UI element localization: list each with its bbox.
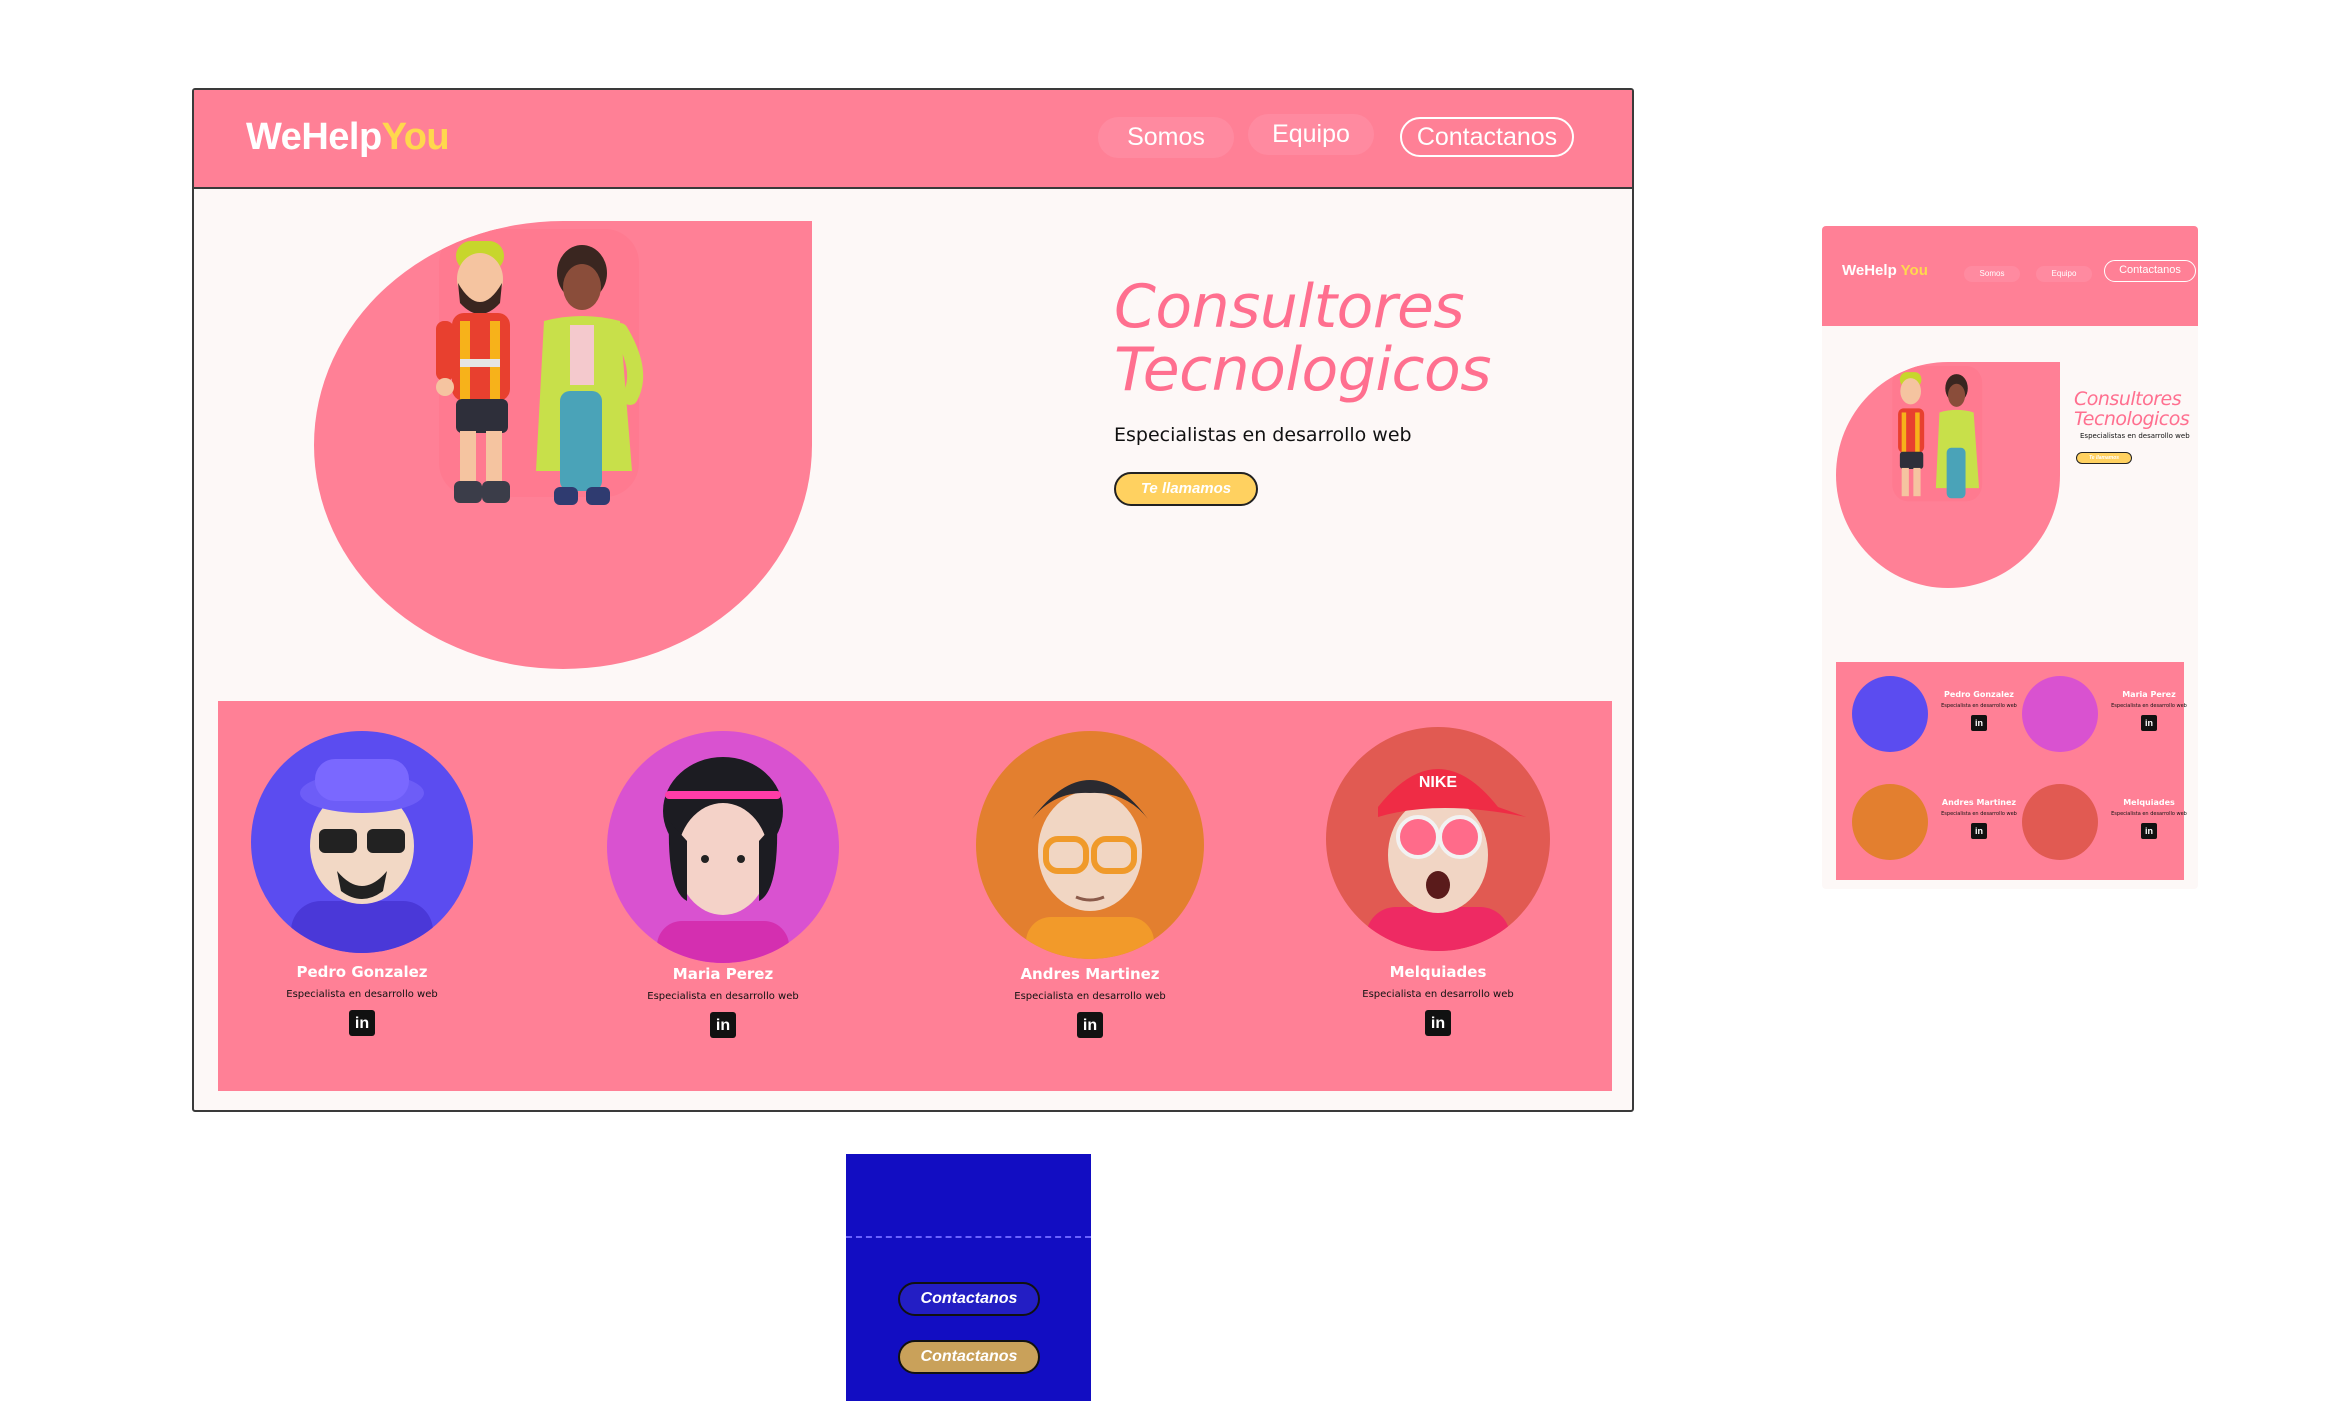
team-member-card: Maria Perez Especialista en desarrollo w… [603,731,843,1038]
logo-text-accent: You [1900,262,1928,279]
linkedin-icon[interactable]: in [1425,1010,1451,1036]
linkedin-icon[interactable]: in [710,1012,736,1038]
avatar [2022,784,2098,860]
linkedin-icon[interactable]: in [1971,715,1987,731]
member-role: Especialista en desarrollo web [1941,703,2017,709]
logo-text-main: WeHelp [246,116,382,158]
nav-somos-button[interactable]: Somos [1964,266,2020,282]
hero-title-line-1: Consultores [2074,388,2182,410]
member-role: Especialista en desarrollo web [286,989,438,1000]
linkedin-icon[interactable]: in [1077,1012,1103,1038]
team-member-card: Andres Martinez Especialista en desarrol… [1852,784,2022,864]
avatar [607,731,839,963]
avatar [976,731,1204,959]
logo[interactable]: WeHelp You [1842,262,1928,279]
hero-people-illustration [1892,366,1983,502]
header: WeHelp You Somos Equipo Contactanos [1822,226,2198,326]
team-member-card: Andres Martinez Especialista en desarrol… [970,731,1210,1038]
state-divider [846,1236,1091,1238]
member-name: Maria Perez [672,965,774,983]
nav-equipo-button[interactable]: Equipo [1248,114,1374,155]
mobile-frame: WeHelp You Somos Equipo Contactanos Cons… [1822,226,2198,889]
member-name: Maria Perez [2122,690,2176,699]
contactanos-button-default[interactable]: Contactanos [898,1282,1040,1316]
avatar [1852,676,1928,752]
member-name: Melquiades [1389,963,1487,981]
member-name: Melquiades [2123,798,2175,807]
team-member-card: Pedro Gonzalez Especialista en desarroll… [242,731,482,1036]
member-role: Especialista en desarrollo web [647,991,799,1002]
member-role: Especialista en desarrollo web [1014,991,1166,1002]
avatar [251,731,473,953]
linkedin-icon[interactable]: in [1971,823,1987,839]
hero-image [314,221,812,669]
hero-title-line-1: Consultores [1114,272,1465,342]
desktop-frame: WeHelpYou Somos Equipo Contactanos Consu… [192,88,1634,1112]
button-states-component: Contactanos Contactanos [846,1154,1091,1401]
team-member-card: Pedro Gonzalez Especialista en desarroll… [1852,676,2022,756]
member-name: Andres Martinez [1941,798,2017,807]
team-member-card: Maria Perez Especialista en desarrollo w… [2022,676,2192,756]
logo-text-main: WeHelp [1842,262,1897,279]
avatar [2022,676,2098,752]
member-name: Andres Martinez [1020,965,1160,983]
header: WeHelpYou Somos Equipo Contactanos [194,90,1632,189]
avatar [1852,784,1928,860]
te-llamamos-button[interactable]: Te llamamos [2076,452,2132,464]
linkedin-icon[interactable]: in [2141,715,2157,731]
hero-title: Consultores Tecnologicos [2074,388,2198,430]
team-member-card: NIKE Melquiades Especialista en desarrol… [1318,727,1558,1036]
linkedin-icon[interactable]: in [2141,823,2157,839]
hero-subtitle: Especialistas en desarrollo web [2080,432,2190,440]
member-role: Especialista en desarrollo web [2111,703,2187,709]
nav-contactanos-button[interactable]: Contactanos [1400,117,1574,157]
hero-title: Consultores Tecnologicos [1114,276,1614,402]
member-name: Pedro Gonzalez [296,963,428,981]
member-role: Especialista en desarrollo web [1941,811,2017,817]
nav-somos-button[interactable]: Somos [1098,117,1234,158]
avatar-cap-logo: NIKE [1419,774,1458,791]
hero-people-illustration [436,229,644,505]
avatar: NIKE [1326,727,1550,951]
team-member-card: Melquiades Especialista en desarrollo we… [2022,784,2192,864]
team-section: Pedro Gonzalez Especialista en desarroll… [218,701,1612,1091]
hero-subtitle: Especialistas en desarrollo web [1114,424,1412,446]
hero-image [1836,362,2060,588]
member-role: Especialista en desarrollo web [1362,989,1514,1000]
hero-title-line-2: Tecnologicos [2074,407,2190,430]
logo-text-accent: You [381,116,450,158]
linkedin-icon[interactable]: in [349,1010,375,1036]
nav-equipo-button[interactable]: Equipo [2036,266,2092,282]
hero-title-line-2: Tecnologicos [1114,335,1491,405]
contactanos-button-hover[interactable]: Contactanos [898,1340,1040,1374]
member-name: Pedro Gonzalez [1944,690,2014,699]
te-llamamos-button[interactable]: Te llamamos [1114,472,1258,506]
member-role: Especialista en desarrollo web [2111,811,2187,817]
nav-contactanos-button[interactable]: Contactanos [2104,260,2196,282]
logo[interactable]: WeHelpYou [246,116,450,159]
team-section: Pedro Gonzalez Especialista en desarroll… [1836,662,2187,880]
